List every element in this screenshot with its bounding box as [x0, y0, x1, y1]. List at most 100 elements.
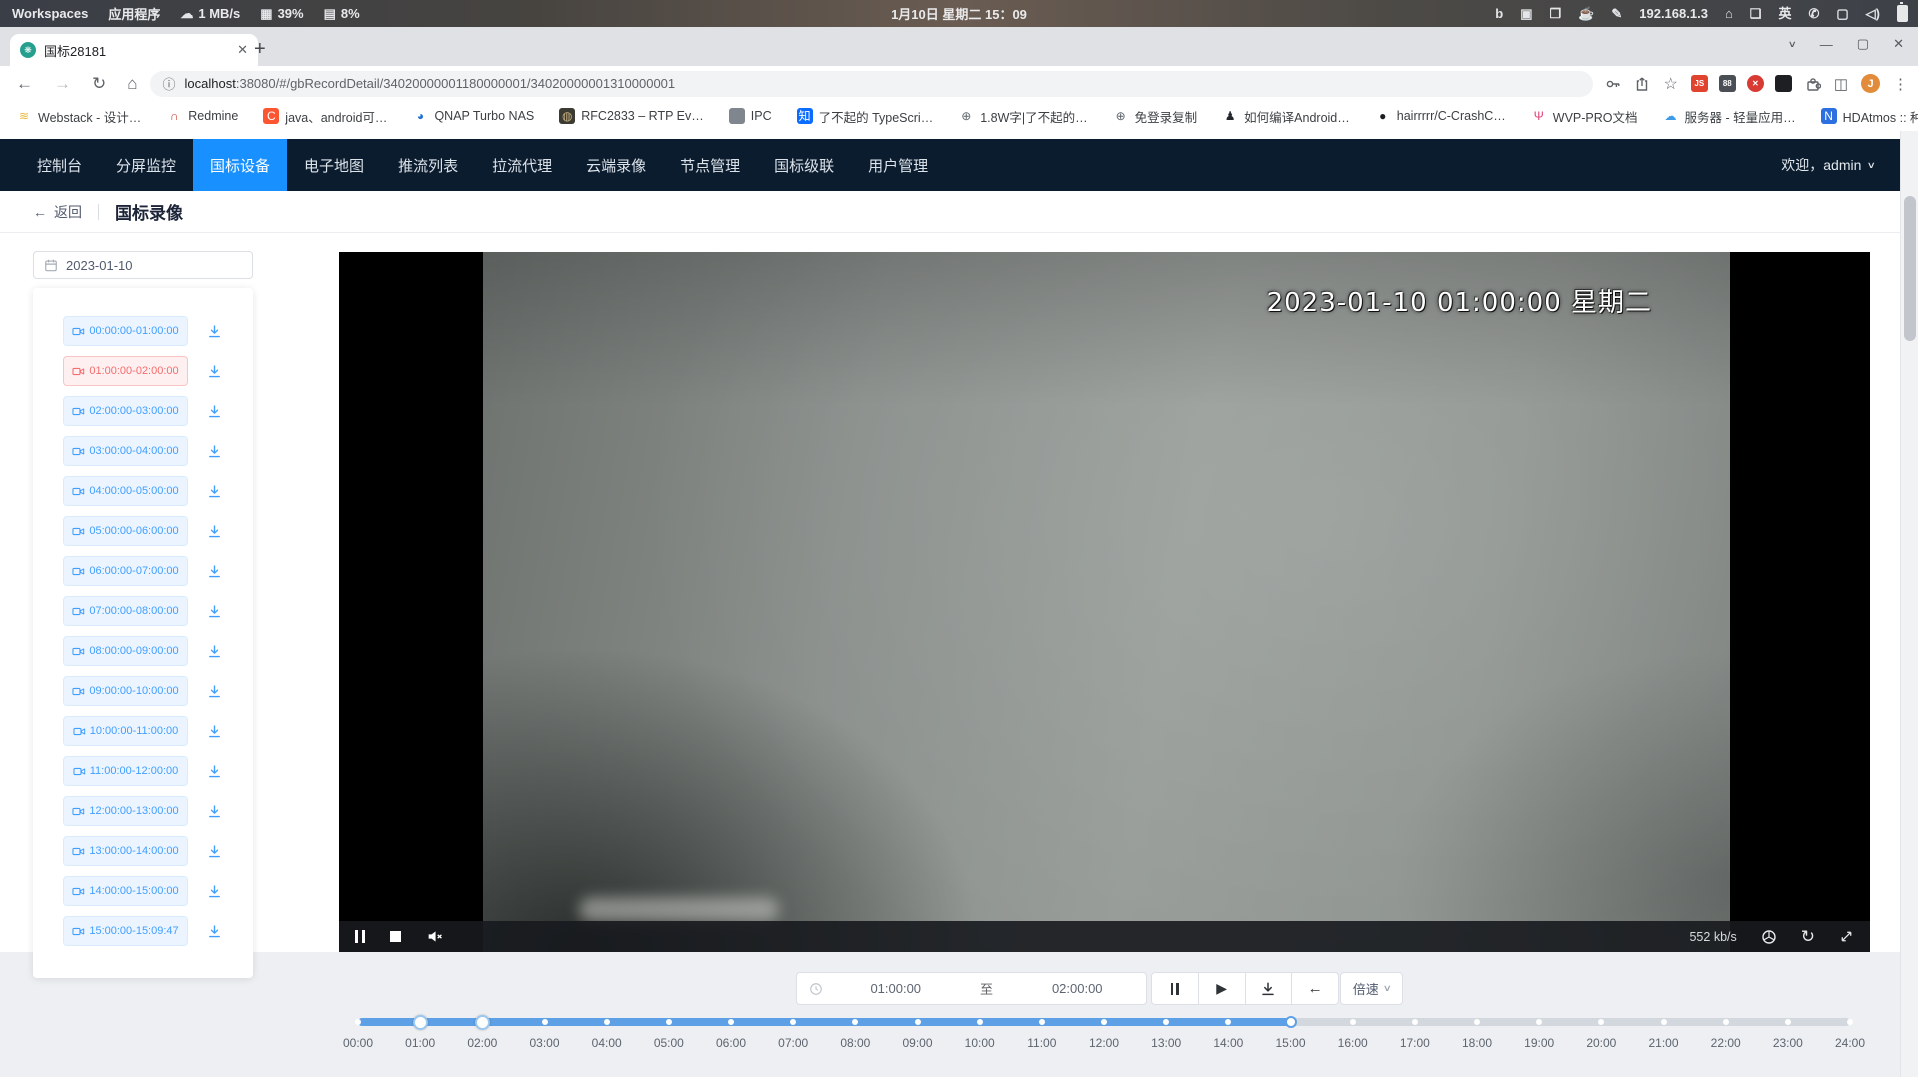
timeline-slider[interactable]: 00:0001:0002:0003:0004:0005:0006:0007:00… — [358, 1018, 1850, 1054]
mute-icon[interactable] — [426, 928, 443, 945]
extension-js-icon[interactable]: JS — [1691, 75, 1708, 92]
ime-label[interactable]: 英 — [1778, 7, 1791, 20]
bookmark-item[interactable]: IPC — [729, 108, 772, 124]
record-download-icon[interactable] — [207, 324, 222, 339]
record-download-icon[interactable] — [207, 604, 222, 619]
nav-tab-9[interactable]: 国标级联 — [757, 139, 851, 191]
extension-88-icon[interactable]: 88 — [1719, 75, 1736, 92]
bookmark-item[interactable]: ◕QNAP Turbo NAS — [412, 108, 534, 124]
end-time-value[interactable]: 02:00:00 — [1009, 981, 1147, 996]
record-download-icon[interactable] — [207, 804, 222, 819]
record-download-icon[interactable] — [207, 844, 222, 859]
record-download-icon[interactable] — [207, 924, 222, 939]
nav-tab-10[interactable]: 用户管理 — [851, 139, 945, 191]
record-button[interactable]: 12:00:00-13:00:00 — [63, 796, 188, 826]
record-download-icon[interactable] — [207, 644, 222, 659]
timeline-handle-end[interactable] — [475, 1015, 490, 1030]
bookmark-item[interactable]: ●hairrrrr/C-CrashC… — [1375, 108, 1506, 124]
new-tab-button[interactable]: + — [254, 38, 266, 61]
pause-icon[interactable] — [355, 930, 365, 943]
start-time-value[interactable]: 01:00:00 — [827, 981, 965, 996]
nav-tab-2[interactable]: 分屏监控 — [99, 139, 193, 191]
password-key-icon[interactable] — [1605, 76, 1621, 92]
browser-menu-icon[interactable]: ⋮ — [1893, 75, 1908, 93]
play-button[interactable]: ▶ — [1198, 972, 1246, 1005]
reload-icon[interactable]: ↻ — [92, 74, 106, 94]
date-picker[interactable]: 2023-01-10 — [33, 251, 253, 279]
download-button[interactable] — [1245, 972, 1293, 1005]
extensions-puzzle-icon[interactable] — [1805, 76, 1821, 92]
record-button[interactable]: 03:00:00-04:00:00 — [63, 436, 188, 466]
pause-button[interactable] — [1151, 972, 1199, 1005]
bookmark-item[interactable]: ΨWVP-PRO文档 — [1531, 107, 1638, 126]
timeline-handle-start[interactable] — [413, 1015, 428, 1030]
window-close-button[interactable]: ✕ — [1893, 36, 1904, 52]
record-download-icon[interactable] — [207, 564, 222, 579]
nav-tab-5[interactable]: 推流列表 — [381, 139, 475, 191]
volume-icon[interactable]: ◁) — [1866, 7, 1880, 20]
record-button[interactable]: 01:00:00-02:00:00 — [63, 356, 188, 386]
nav-tab-1[interactable]: 控制台 — [20, 139, 99, 191]
seek-back-button[interactable]: ← — [1291, 972, 1339, 1005]
bookmark-item[interactable]: 知了不起的 TypeScri… — [797, 107, 934, 126]
extension-dark-icon[interactable] — [1775, 75, 1792, 92]
stop-icon[interactable] — [390, 931, 401, 942]
window-maximize-button[interactable]: ▢ — [1857, 36, 1869, 52]
snapshot-icon[interactable] — [1761, 929, 1777, 945]
workspaces-button[interactable]: Workspaces — [12, 6, 88, 21]
video-player[interactable]: 2023-01-10 01:00:00 星期二 552 kb/s ↻ — [339, 252, 1870, 952]
record-button[interactable]: 11:00:00-12:00:00 — [63, 756, 188, 786]
scrollbar-thumb[interactable] — [1904, 196, 1916, 341]
record-button[interactable]: 07:00:00-08:00:00 — [63, 596, 188, 626]
url-bar[interactable]: ⓘ localhost :38080/#/gbRecordDetail/3402… — [150, 71, 1594, 97]
clock-label[interactable]: 1月10日 星期二 15：09 — [891, 4, 1027, 23]
nav-tab-4[interactable]: 电子地图 — [287, 139, 381, 191]
record-download-icon[interactable] — [207, 404, 222, 419]
page-scrollbar[interactable] — [1900, 131, 1918, 1077]
home-icon[interactable]: ⌂ — [127, 74, 137, 94]
record-download-icon[interactable] — [207, 364, 222, 379]
coffee-icon[interactable]: ☕ — [1578, 7, 1594, 20]
record-button[interactable]: 14:00:00-15:00:00 — [63, 876, 188, 906]
record-download-icon[interactable] — [207, 524, 222, 539]
record-button[interactable]: 15:00:00-15:09:47 — [63, 916, 188, 946]
record-download-icon[interactable] — [207, 444, 222, 459]
back-icon[interactable]: ← — [16, 74, 33, 94]
ip-label[interactable]: 192.168.1.3 — [1639, 7, 1708, 20]
window-minimize-button[interactable]: — — [1820, 37, 1833, 52]
speed-dropdown[interactable]: 倍速 ∨ — [1340, 972, 1403, 1005]
bookmark-item[interactable]: ◍RFC2833 – RTP Ev… — [559, 108, 704, 124]
bookmark-item[interactable]: NHDAtmos :: 种子 *… — [1821, 107, 1918, 126]
home-icon[interactable]: ⌂ — [1725, 7, 1733, 20]
site-info-icon[interactable]: ⓘ — [163, 74, 176, 93]
tab-search-icon[interactable]: ∨ — [1788, 39, 1797, 50]
bing-icon[interactable]: b — [1495, 7, 1503, 20]
record-download-icon[interactable] — [207, 684, 222, 699]
user-menu[interactable]: 欢迎，admin ∨ — [1781, 155, 1901, 175]
bookmark-star-icon[interactable]: ☆ — [1663, 74, 1677, 94]
bookmark-item[interactable]: ☁服务器 - 轻量应用… — [1663, 107, 1796, 126]
windows-stack-icon[interactable]: ❏ — [1750, 7, 1762, 20]
phonelink-icon[interactable]: ✆ — [1808, 7, 1819, 20]
bookmark-item[interactable]: ⊕1.8W字|了不起的… — [958, 107, 1087, 126]
battery-icon[interactable] — [1897, 5, 1908, 22]
copy-icon[interactable]: ❐ — [1550, 7, 1562, 20]
forward-icon[interactable]: → — [54, 74, 71, 94]
bookmark-item[interactable]: ⊕免登录复制 — [1113, 107, 1198, 126]
record-button[interactable]: 06:00:00-07:00:00 — [63, 556, 188, 586]
record-button[interactable]: 00:00:00-01:00:00 — [63, 316, 188, 346]
time-range-input[interactable]: 01:00:00 至 02:00:00 — [796, 972, 1147, 1005]
record-button[interactable]: 08:00:00-09:00:00 — [63, 636, 188, 666]
nav-tab-3[interactable]: 国标设备 — [193, 139, 287, 191]
fullscreen-icon[interactable] — [1839, 929, 1854, 944]
record-download-icon[interactable] — [207, 484, 222, 499]
display-icon[interactable]: ▢ — [1836, 7, 1848, 20]
back-button[interactable]: ← 返回 — [33, 202, 82, 222]
nav-tab-6[interactable]: 拉流代理 — [475, 139, 569, 191]
color-picker-icon[interactable]: ✎ — [1611, 7, 1622, 20]
record-button[interactable]: 13:00:00-14:00:00 — [63, 836, 188, 866]
bookmark-item[interactable]: ♟如何编译Android… — [1222, 107, 1350, 126]
record-button[interactable]: 09:00:00-10:00:00 — [63, 676, 188, 706]
record-button[interactable]: 05:00:00-06:00:00 — [63, 516, 188, 546]
record-button[interactable]: 10:00:00-11:00:00 — [63, 716, 188, 746]
